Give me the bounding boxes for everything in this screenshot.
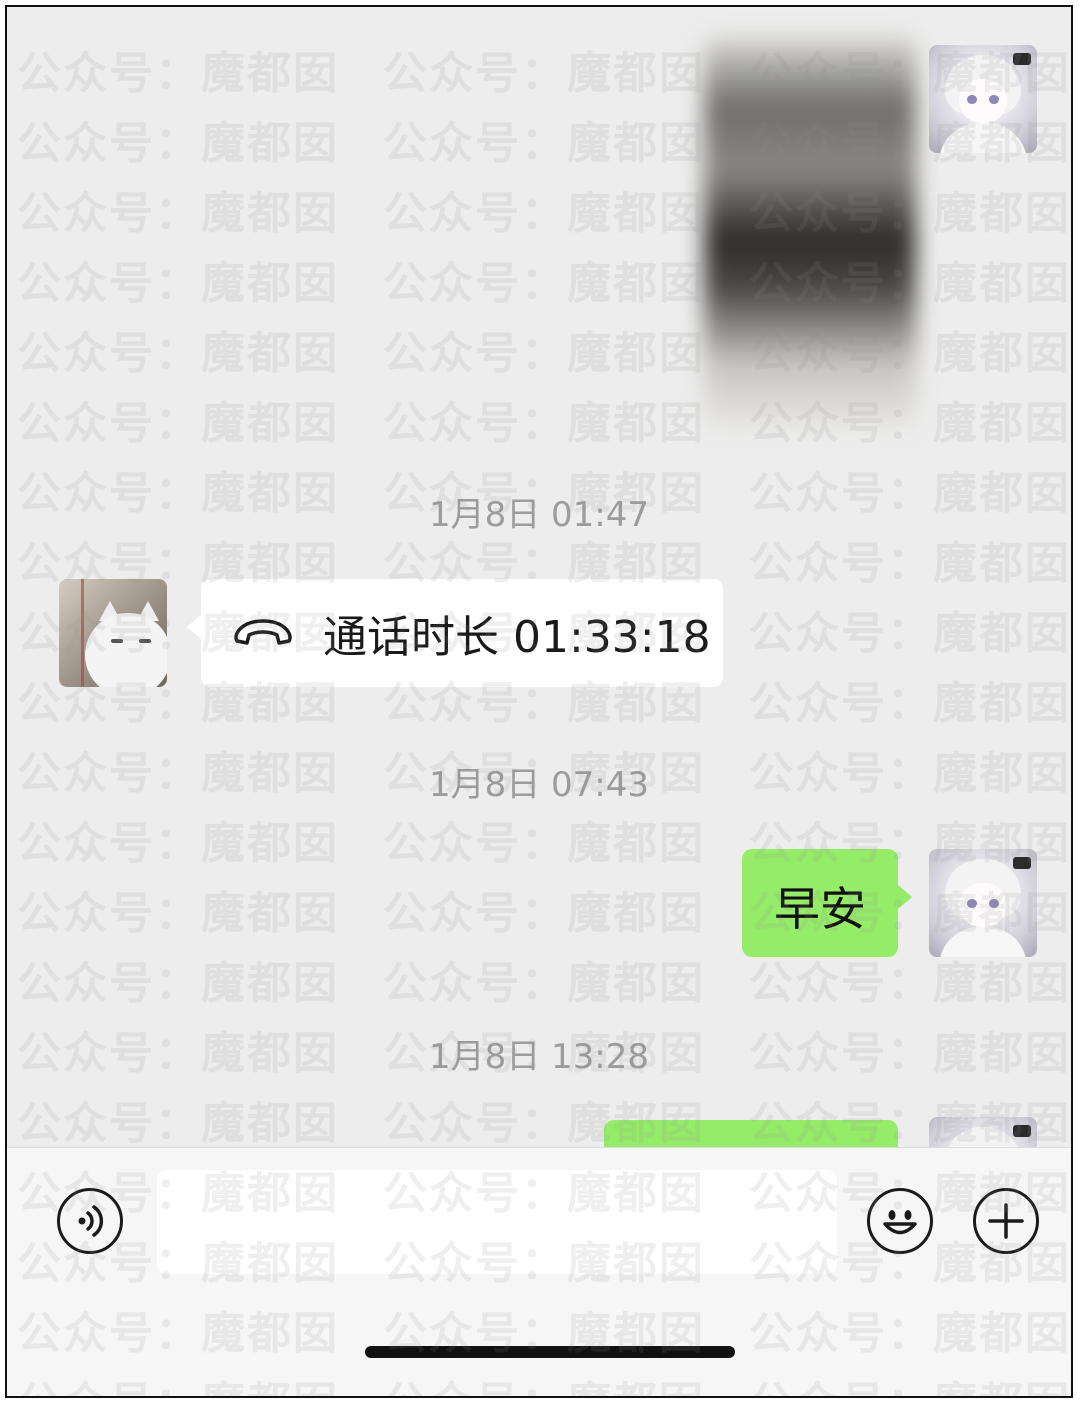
plus-icon xyxy=(988,1203,1024,1239)
self-avatar[interactable] xyxy=(929,1117,1037,1147)
message-text: 早安 xyxy=(774,882,866,936)
phone-hangup-icon xyxy=(234,619,292,645)
timestamp: 1月8日 01:47 xyxy=(428,495,650,535)
message-input[interactable] xyxy=(157,1170,837,1274)
self-message-bubble[interactable]: 早安 xyxy=(742,849,912,957)
self-message-bubble-partial[interactable] xyxy=(604,1120,898,1147)
blurred-image-message[interactable] xyxy=(704,37,916,427)
timestamp: 1月8日 07:43 xyxy=(428,765,650,805)
contact-avatar[interactable] xyxy=(59,579,167,687)
voice-icon xyxy=(78,1205,104,1237)
call-record-bubble[interactable]: 通话时长 01:33:18 xyxy=(187,579,723,687)
chat-input-bar xyxy=(7,1147,1071,1396)
self-avatar[interactable] xyxy=(929,849,1037,957)
screenshot-frame: 1月8日 01:47 通话时长 01:33:18 1月8日 07:43 早安 1… xyxy=(5,5,1073,1398)
self-avatar[interactable] xyxy=(929,45,1037,153)
call-duration-text: 通话时长 01:33:18 xyxy=(323,612,711,663)
emoji-icon xyxy=(883,1210,917,1235)
home-indicator[interactable] xyxy=(365,1346,735,1358)
chat-message-list[interactable]: 1月8日 01:47 通话时长 01:33:18 1月8日 07:43 早安 1… xyxy=(7,7,1071,1147)
timestamp: 1月8日 13:28 xyxy=(428,1037,650,1077)
voice-input-button[interactable] xyxy=(57,1188,123,1254)
more-options-button[interactable] xyxy=(973,1188,1039,1254)
emoji-button[interactable] xyxy=(867,1188,933,1254)
